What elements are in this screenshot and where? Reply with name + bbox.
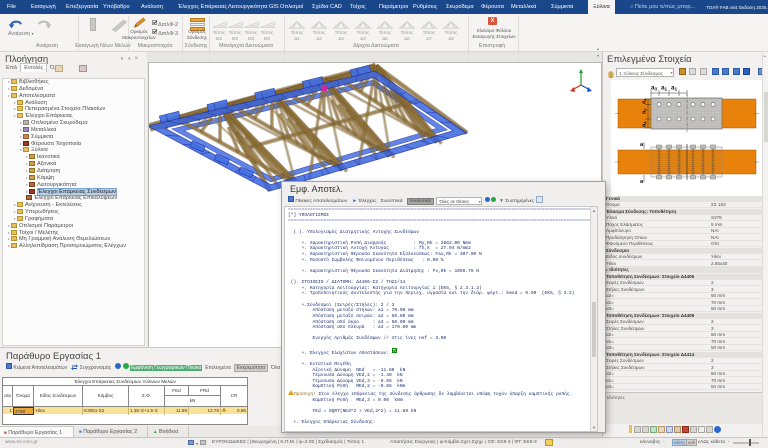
svg-text:a2: a2: [642, 108, 648, 114]
svg-text:a4: a4: [642, 98, 648, 104]
svg-text:a4: a4: [642, 121, 648, 127]
